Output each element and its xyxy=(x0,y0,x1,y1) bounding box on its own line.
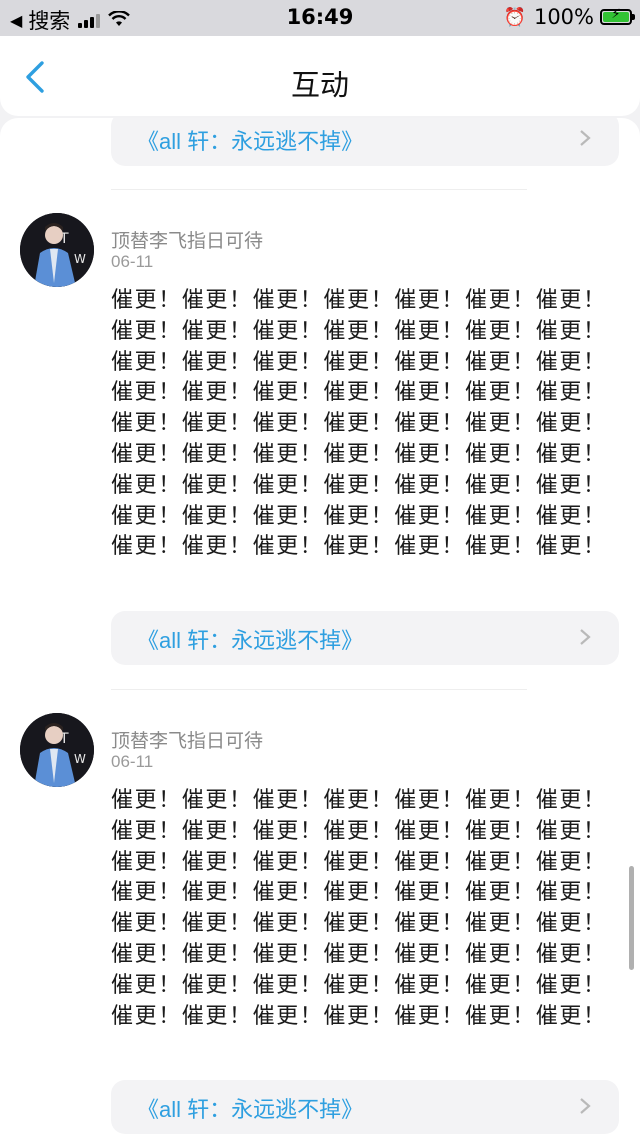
svg-text:W: W xyxy=(74,752,86,766)
comment-text: 催更！催更！催更！催更！催更！催更！催更！催更！催更！催更！催更！催更！催更！催… xyxy=(111,288,607,560)
source-novel-title: 《all 轩：永远逃不掉》 xyxy=(137,628,364,653)
avatar-image: T W xyxy=(20,713,94,787)
chevron-right-icon xyxy=(580,130,591,146)
battery-percent: 100% xyxy=(533,5,594,29)
chevron-right-icon xyxy=(580,629,591,645)
scrollbar[interactable] xyxy=(629,866,634,970)
chevron-right-icon xyxy=(580,1098,591,1114)
comment-username[interactable]: 顶替李飞指日可待 xyxy=(111,226,263,253)
status-bar: ◀ 搜索 16:49 ⏰ 100% ⚡ xyxy=(0,0,640,36)
nav-bar: 互动 xyxy=(0,36,640,116)
comment-date: 06-11 xyxy=(111,752,154,771)
status-bar-right: ⏰ 100% ⚡ xyxy=(503,5,635,29)
page-title: 互动 xyxy=(290,68,349,102)
source-novel-link[interactable]: 《all 轩：永远逃不掉》 xyxy=(111,1080,619,1134)
comment-list[interactable]: 《all 轩：永远逃不掉》 T W 顶替李飞指日可待 06-11 催更！催更！催… xyxy=(0,118,640,1139)
comment-text: 催更！催更！催更！催更！催更！催更！催更！催更！催更！催更！催更！催更！催更！催… xyxy=(111,788,607,1029)
avatar[interactable]: T W xyxy=(20,713,94,787)
avatar[interactable]: T W xyxy=(20,213,94,287)
avatar-image: T W xyxy=(20,213,94,287)
divider xyxy=(111,689,527,690)
comment-username[interactable]: 顶替李飞指日可待 xyxy=(111,726,263,753)
source-novel-title: 《all 轩：永远逃不掉》 xyxy=(137,1097,364,1122)
divider xyxy=(111,189,527,190)
svg-text:W: W xyxy=(74,252,86,266)
source-novel-title: 《all 轩：永远逃不掉》 xyxy=(137,129,364,154)
comment-date: 06-11 xyxy=(111,252,154,271)
battery-icon: ⚡ xyxy=(600,7,635,25)
alarm-icon: ⏰ xyxy=(503,6,526,28)
source-novel-link[interactable]: 《all 轩：永远逃不掉》 xyxy=(111,118,619,166)
source-novel-link[interactable]: 《all 轩：永远逃不掉》 xyxy=(111,611,619,665)
